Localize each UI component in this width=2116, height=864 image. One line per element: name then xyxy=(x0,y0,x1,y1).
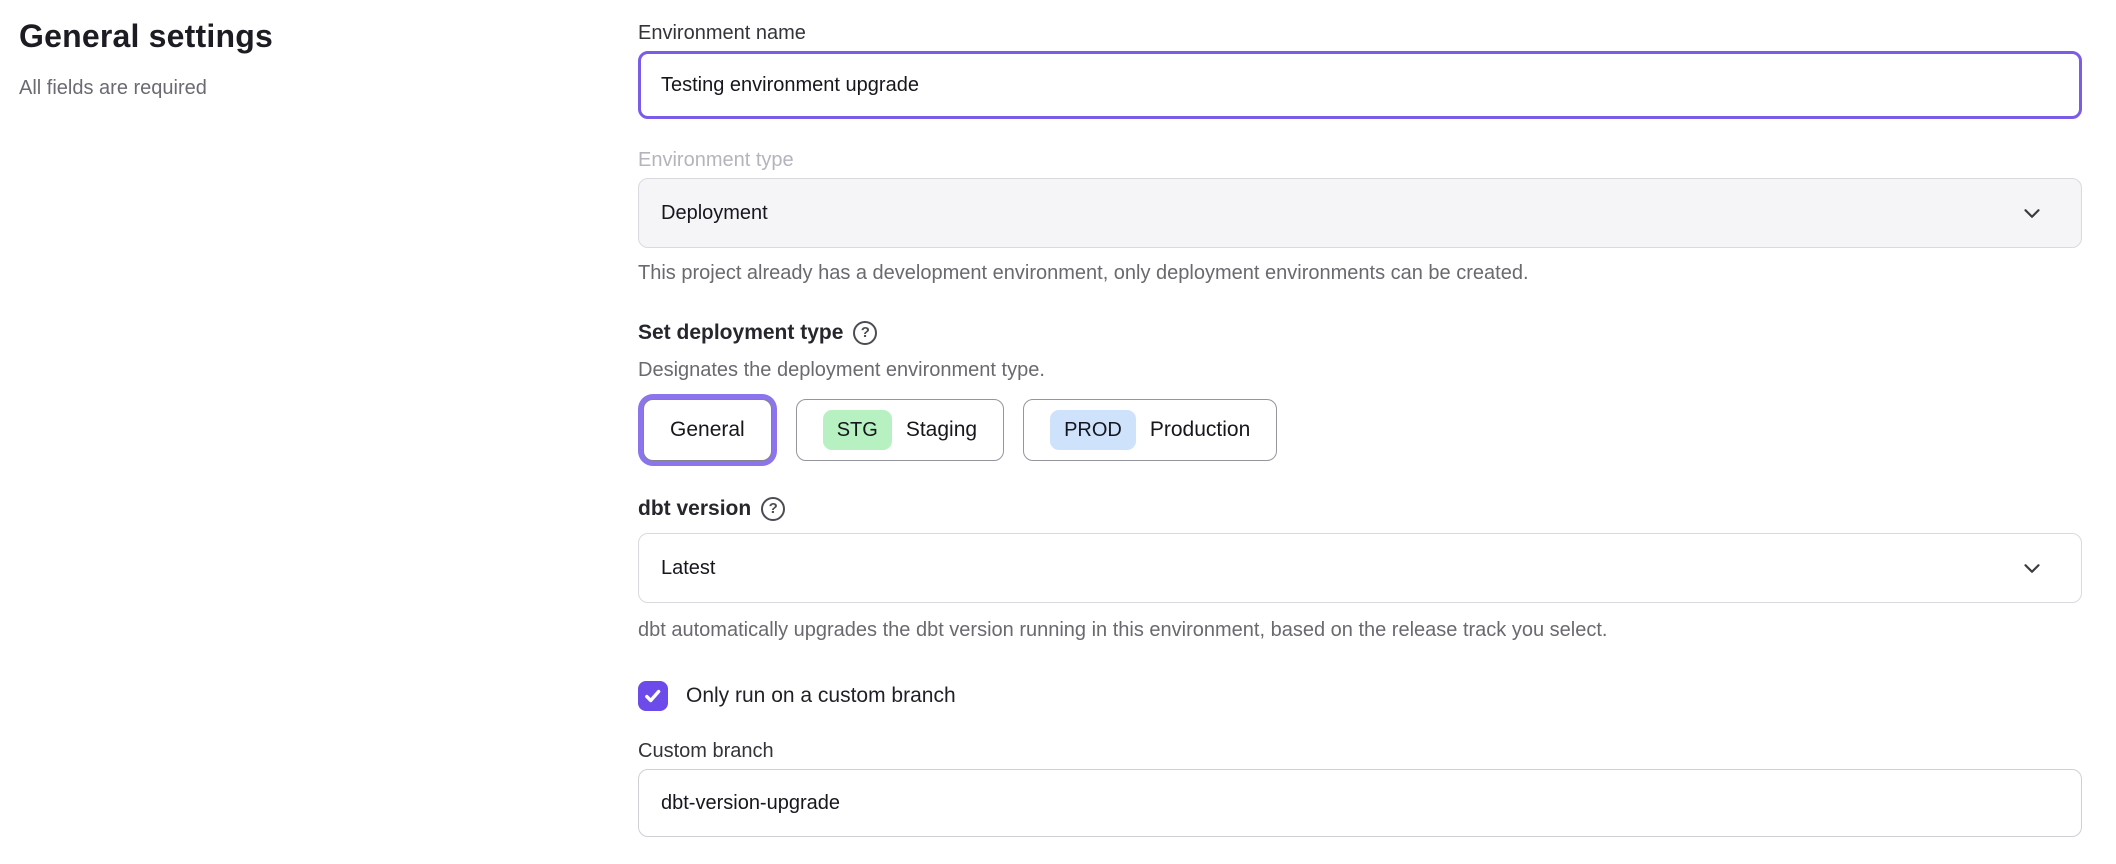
settings-form: Environment name Environment type Deploy… xyxy=(638,20,2082,837)
custom-branch-label: Custom branch xyxy=(638,738,2082,764)
environment-name-input[interactable] xyxy=(638,51,2082,119)
chevron-down-icon xyxy=(2019,555,2045,581)
deployment-type-staging-button[interactable]: STG Staging xyxy=(796,399,1004,461)
dbt-version-value: Latest xyxy=(661,557,715,580)
staging-button-label: Staging xyxy=(906,418,977,442)
deployment-type-helper: Designates the deployment environment ty… xyxy=(638,357,2082,383)
deployment-type-label-text: Set deployment type xyxy=(638,319,843,347)
dbt-version-helper: dbt automatically upgrades the dbt versi… xyxy=(638,617,2082,643)
production-button-label: Production xyxy=(1150,418,1250,442)
chevron-down-icon xyxy=(2019,200,2045,226)
staging-badge: STG xyxy=(823,410,892,450)
environment-type-label: Environment type xyxy=(638,147,2082,173)
environment-settings-page: General settings All fields are required… xyxy=(0,0,2116,864)
custom-branch-toggle-label[interactable]: Only run on a custom branch xyxy=(686,684,956,708)
dbt-version-label-text: dbt version xyxy=(638,495,751,523)
section-header: General settings All fields are required xyxy=(19,18,579,100)
production-badge: PROD xyxy=(1050,410,1136,450)
deployment-type-general-button[interactable]: General xyxy=(643,399,772,461)
environment-name-label: Environment name xyxy=(638,20,2082,46)
custom-branch-toggle-row: Only run on a custom branch xyxy=(638,681,2082,711)
dbt-version-select[interactable]: Latest xyxy=(638,533,2082,603)
environment-type-value: Deployment xyxy=(661,202,768,225)
environment-type-select[interactable]: Deployment xyxy=(638,178,2082,248)
custom-branch-checkbox[interactable] xyxy=(638,681,668,711)
general-button-label: General xyxy=(670,418,745,442)
custom-branch-input[interactable] xyxy=(638,769,2082,837)
deployment-type-production-button[interactable]: PROD Production xyxy=(1023,399,1277,461)
check-icon xyxy=(644,687,662,705)
help-icon[interactable]: ? xyxy=(761,497,785,521)
deployment-type-label: Set deployment type ? xyxy=(638,319,2082,347)
page-subtitle: All fields are required xyxy=(19,77,579,100)
deployment-type-options: General STG Staging PROD Production xyxy=(638,395,2082,465)
environment-type-helper: This project already has a development e… xyxy=(638,260,2082,286)
page-title: General settings xyxy=(19,18,579,55)
dbt-version-label: dbt version ? xyxy=(638,495,2082,523)
help-icon[interactable]: ? xyxy=(853,321,877,345)
